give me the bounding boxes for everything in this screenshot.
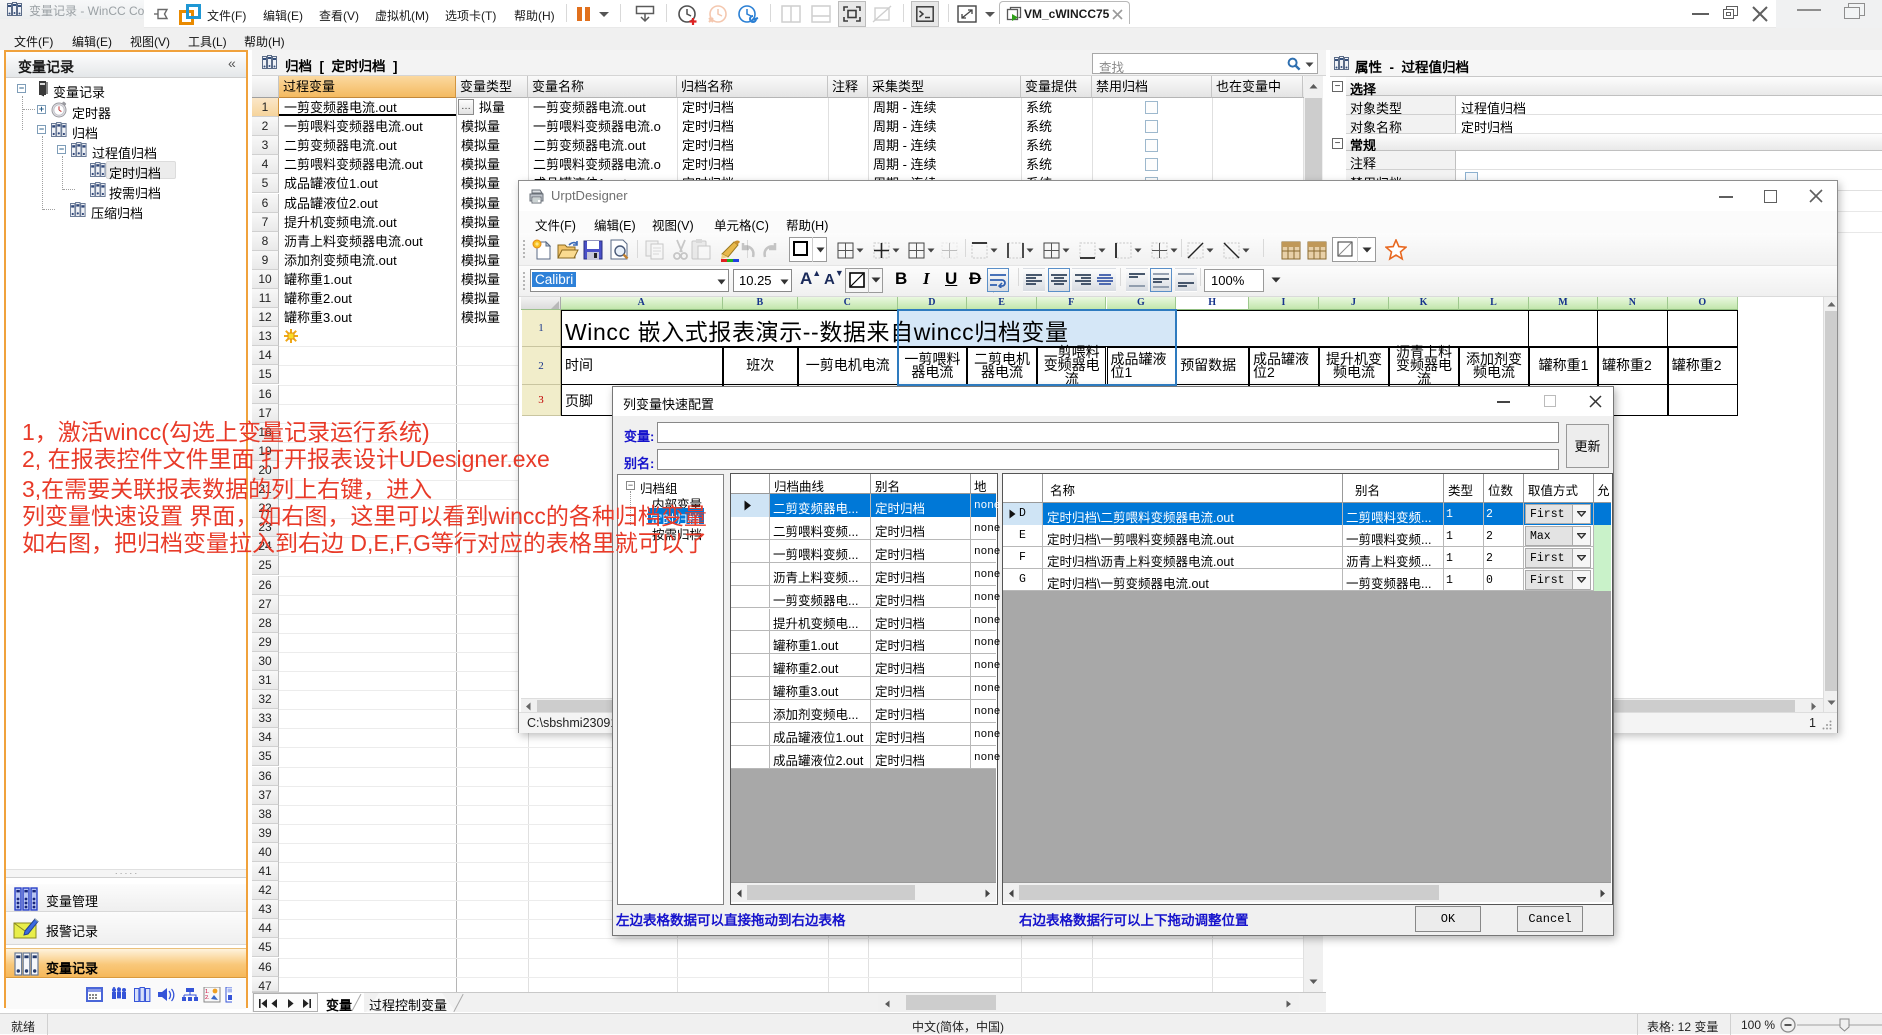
svg-text:2.: 2. (205, 995, 210, 1001)
